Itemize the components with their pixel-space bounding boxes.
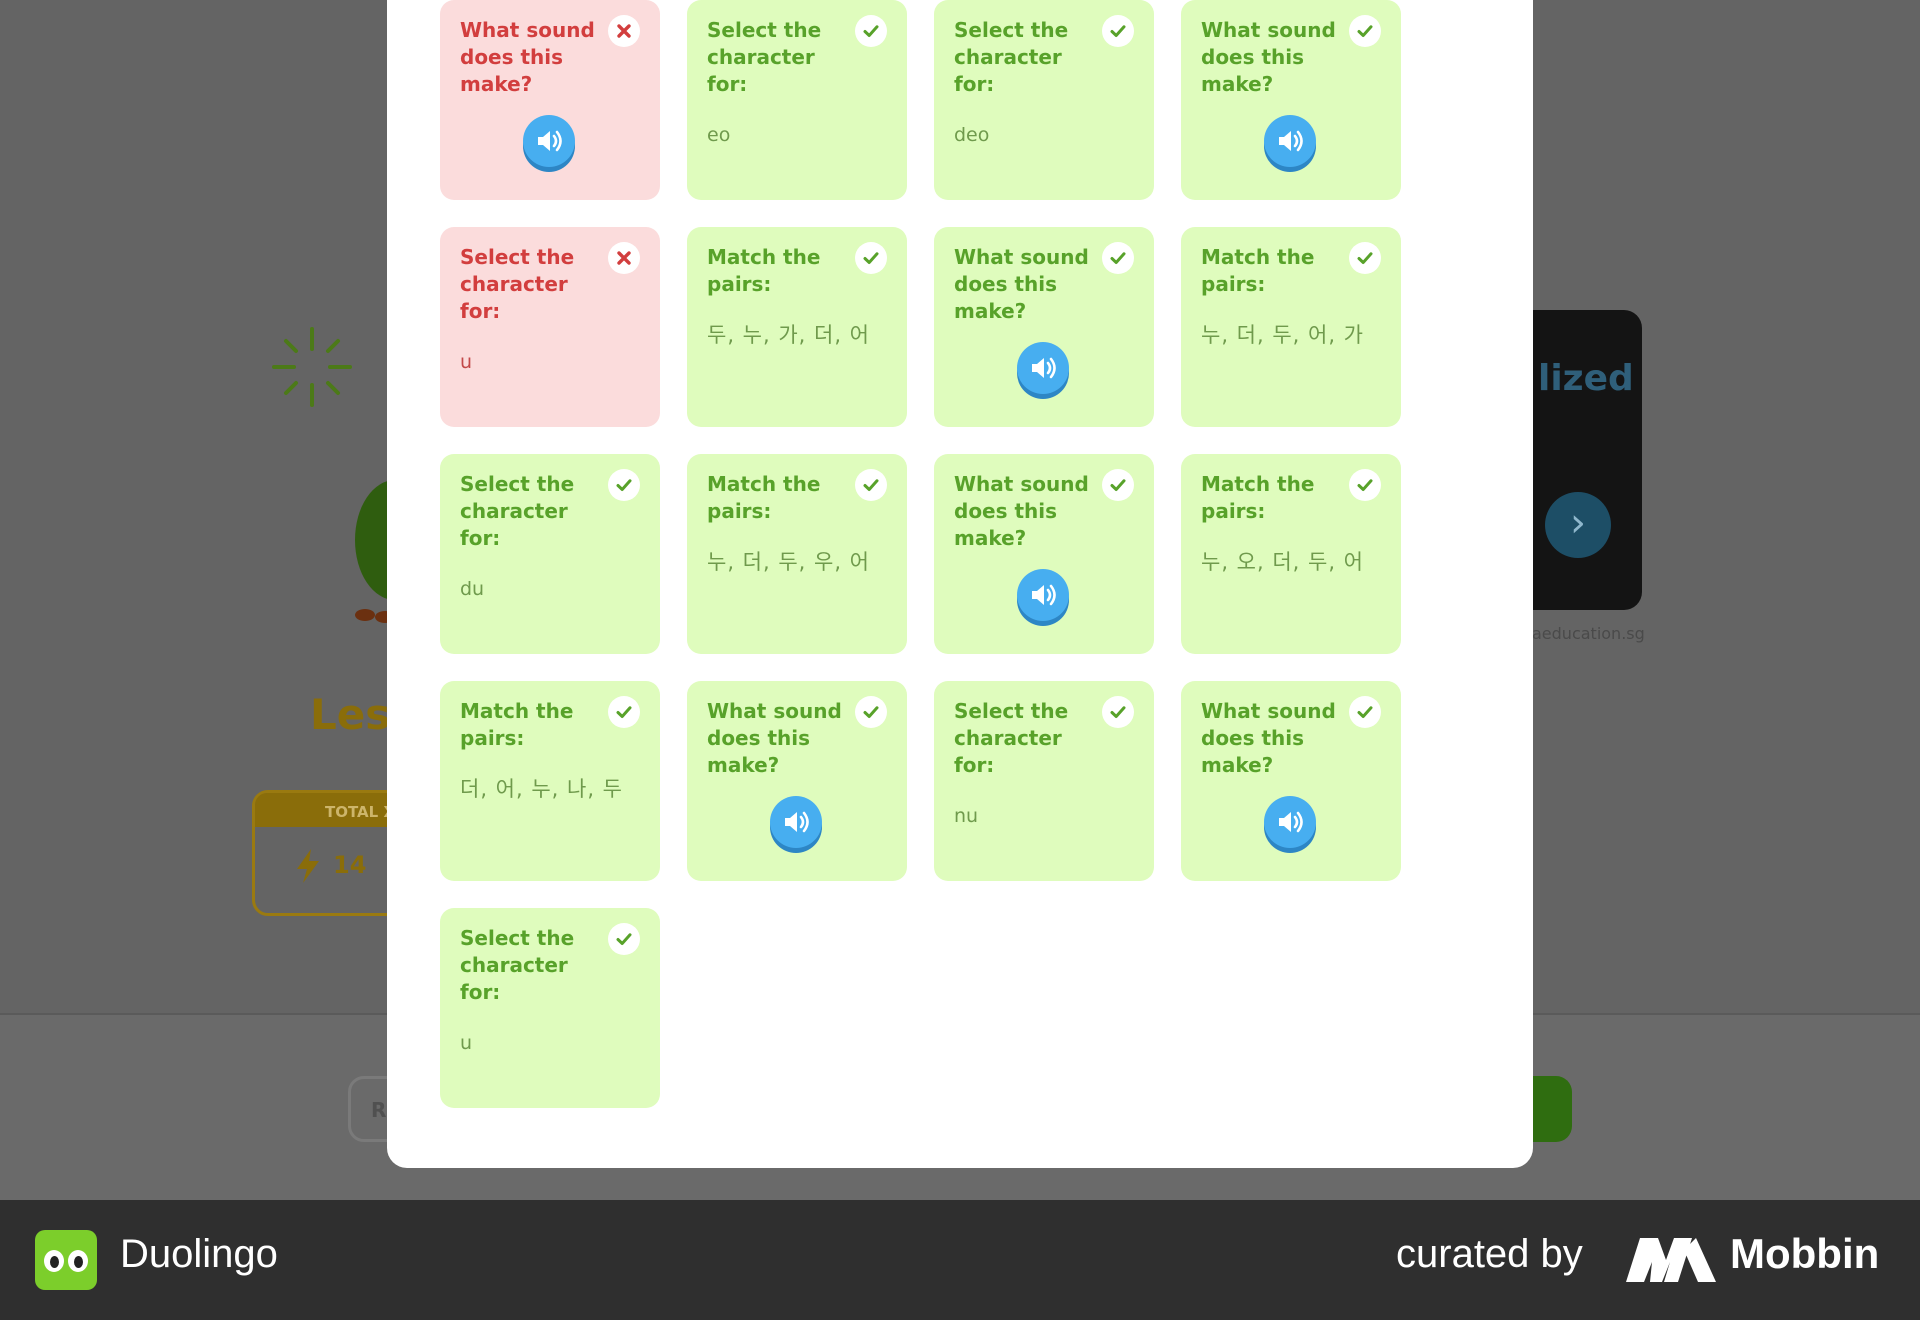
play-audio-button[interactable] <box>1264 796 1316 848</box>
play-audio-button[interactable] <box>1264 115 1316 167</box>
card-question: What sound does this make? <box>1201 699 1336 777</box>
card-question: Match the pairs: <box>1201 472 1315 523</box>
play-audio-button[interactable] <box>770 796 822 848</box>
lesson-review-modal: What sound does this make? Select the cha… <box>387 0 1533 1168</box>
review-card-grid: What sound does this make? Select the cha… <box>440 0 1401 1108</box>
card-pairs: 더, 어, 누, 나, 두 <box>460 777 624 801</box>
card-pairs: 누, 더, 두, 우, 어 <box>707 550 871 574</box>
card-question: Select the character for: <box>707 18 822 96</box>
card-question: What sound does this make? <box>707 699 842 777</box>
correct-check-icon <box>1349 15 1381 47</box>
card-question: Select the character for: <box>954 699 1069 777</box>
total-xp-card: TOTAL X 14 <box>252 790 408 916</box>
correct-check-icon <box>608 923 640 955</box>
speaker-icon <box>780 806 812 838</box>
correct-check-icon <box>608 469 640 501</box>
card-pairs: 누, 오, 더, 두, 어 <box>1201 550 1365 574</box>
duolingo-logo-icon <box>35 1230 97 1290</box>
play-audio-button[interactable] <box>1017 342 1069 394</box>
review-card[interactable]: Select the character for: deo <box>934 0 1154 200</box>
review-card[interactable]: What sound does this make? <box>687 681 907 881</box>
card-question: What sound does this make? <box>954 472 1089 550</box>
review-card[interactable]: What sound does this make? <box>934 454 1154 654</box>
review-card[interactable]: Select the character for: eo <box>687 0 907 200</box>
sparkle-icon <box>272 327 352 407</box>
card-question: Select the character for: <box>460 472 575 550</box>
correct-check-icon <box>1349 696 1381 728</box>
card-question: Match the pairs: <box>460 699 574 750</box>
speaker-icon <box>1027 352 1059 384</box>
ad-caption: aeducation.sg <box>1532 624 1645 643</box>
correct-check-icon <box>855 696 887 728</box>
correct-check-icon <box>855 242 887 274</box>
review-card[interactable]: What sound does this make? <box>1181 0 1401 200</box>
review-card[interactable]: What sound does this make? <box>1181 681 1401 881</box>
correct-check-icon <box>1102 469 1134 501</box>
correct-check-icon <box>1102 696 1134 728</box>
chevron-right-icon[interactable]: › <box>1545 492 1611 558</box>
curator-name: Mobbin <box>1730 1230 1880 1277</box>
lightning-icon <box>297 849 319 883</box>
correct-check-icon <box>1102 15 1134 47</box>
review-card[interactable]: What sound does this make? <box>440 0 660 200</box>
speaker-icon <box>533 125 565 157</box>
card-question: Select the character for: <box>954 18 1069 96</box>
card-question: Match the pairs: <box>707 245 821 296</box>
card-question: What sound does this make? <box>1201 18 1336 96</box>
card-question: Match the pairs: <box>1201 245 1315 296</box>
total-xp-label: TOTAL X <box>255 793 405 827</box>
review-card[interactable]: Select the character for: u <box>440 227 660 427</box>
incorrect-x-icon <box>608 242 640 274</box>
card-answer: u <box>460 351 473 373</box>
review-card[interactable]: Select the character for: u <box>440 908 660 1108</box>
brand-name: Duolingo <box>120 1232 278 1276</box>
correct-check-icon <box>1102 242 1134 274</box>
card-answer: eo <box>707 124 731 146</box>
correct-check-icon <box>1349 242 1381 274</box>
incorrect-x-icon <box>608 15 640 47</box>
card-question: What sound does this make? <box>954 245 1089 323</box>
correct-check-icon <box>1349 469 1381 501</box>
correct-check-icon <box>855 15 887 47</box>
play-audio-button[interactable] <box>1017 569 1069 621</box>
review-card[interactable]: Match the pairs: 더, 어, 누, 나, 두 <box>440 681 660 881</box>
card-answer: u <box>460 1032 473 1054</box>
speaker-icon <box>1274 806 1306 838</box>
card-question: Match the pairs: <box>707 472 821 523</box>
card-question: What sound does this make? <box>460 18 595 96</box>
review-card[interactable]: Select the character for: nu <box>934 681 1154 881</box>
card-question: Select the character for: <box>460 926 575 1004</box>
review-card[interactable]: Match the pairs: 누, 더, 두, 어, 가 <box>1181 227 1401 427</box>
total-xp-value: 14 <box>333 851 367 879</box>
play-audio-button[interactable] <box>523 115 575 167</box>
review-card[interactable]: Select the character for: du <box>440 454 660 654</box>
review-card[interactable]: Match the pairs: 두, 누, 가, 더, 어 <box>687 227 907 427</box>
review-card[interactable]: Match the pairs: 누, 오, 더, 두, 어 <box>1181 454 1401 654</box>
correct-check-icon <box>608 696 640 728</box>
card-answer: deo <box>954 124 990 146</box>
card-question: Select the character for: <box>460 245 575 323</box>
card-answer: nu <box>954 805 979 827</box>
mobbin-logo-icon <box>1626 1238 1716 1282</box>
curated-by-label: curated by <box>1396 1232 1583 1276</box>
card-pairs: 두, 누, 가, 더, 어 <box>707 323 871 347</box>
card-pairs: 누, 더, 두, 어, 가 <box>1201 323 1365 347</box>
card-answer: du <box>460 578 485 600</box>
ad-text: lized <box>1538 358 1634 399</box>
review-card[interactable]: What sound does this make? <box>934 227 1154 427</box>
speaker-icon <box>1274 125 1306 157</box>
correct-check-icon <box>855 469 887 501</box>
review-card[interactable]: Match the pairs: 누, 더, 두, 우, 어 <box>687 454 907 654</box>
speaker-icon <box>1027 579 1059 611</box>
